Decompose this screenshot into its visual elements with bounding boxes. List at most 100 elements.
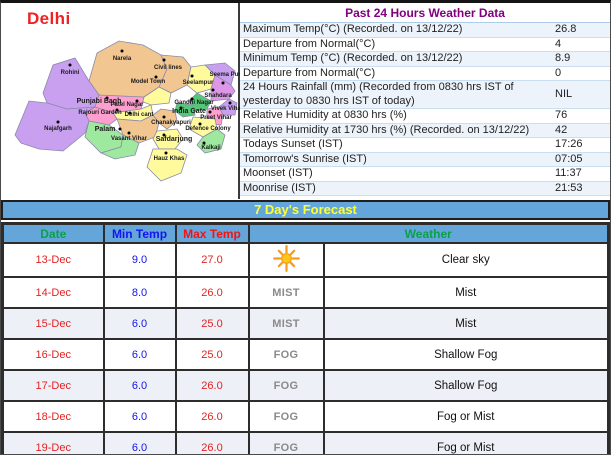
past24-row-value: 11:37 xyxy=(552,167,610,182)
past24-row-value: 21:53 xyxy=(552,181,610,196)
forecast-header-row: Date Min Temp Max Temp Weather xyxy=(3,224,609,244)
column-header-min-temp: Min Temp xyxy=(104,224,176,244)
past24-row: Todays Sunset (IST)17:26 xyxy=(240,138,610,153)
past24-row-label: Relative Humidity at 0830 hrs (%) xyxy=(240,109,552,124)
map-dot-shahdara xyxy=(212,89,215,92)
delhi-weather-page: Delhi NarelaRohiniCivil linesModel TownS… xyxy=(0,0,611,455)
past24-row-label: Tomorrow's Sunrise (IST) xyxy=(240,152,552,167)
map-label-seema-puri: Seema Puri xyxy=(210,72,240,78)
mist-label: MIST xyxy=(272,287,299,299)
forecast-min-temp: 6.0 xyxy=(104,432,176,455)
column-header-max-temp: Max Temp xyxy=(176,224,249,244)
forecast-date: 15-Dec xyxy=(3,308,104,339)
sun-ray xyxy=(278,263,281,266)
past24-row-value: 76 xyxy=(552,109,610,124)
past24-row-value: 8.9 xyxy=(552,52,610,67)
past24-row-value: 4 xyxy=(552,37,610,52)
weather-icon-cell: FOG xyxy=(249,339,324,370)
weather-icon-cell: MIST xyxy=(249,308,324,339)
map-dot-preet-vihar xyxy=(209,111,212,114)
column-header-weather: Weather xyxy=(249,224,609,244)
map-label-palam: Palam xyxy=(95,126,116,133)
past24-row-label: Relative Humidity at 1730 hrs (%) (Recor… xyxy=(240,123,552,138)
past24-row-value: 42 xyxy=(552,123,610,138)
map-dot-najafgarh xyxy=(57,121,60,124)
past24-row-label: Departure from Normal(°C) xyxy=(240,37,552,52)
forecast-min-temp: 6.0 xyxy=(104,370,176,401)
past24-row-label: Maximum Temp(°C) (Recorded. on 13/12/22) xyxy=(240,23,552,37)
map-label-defence-colony: Defence Colony xyxy=(185,126,231,132)
map-dot-seelampur xyxy=(191,75,194,78)
past24-row-label: 24 Hours Rainfall (mm) (Recorded from 08… xyxy=(240,81,552,109)
map-label-narela: Narela xyxy=(113,56,132,62)
forecast-row: 17-Dec6.026.0FOGShallow Fog xyxy=(3,370,609,401)
past24-row-label: Todays Sunset (IST) xyxy=(240,138,552,153)
mist-label: MIST xyxy=(272,318,299,330)
forecast-min-temp: 6.0 xyxy=(104,339,176,370)
forecast-min-temp: 6.0 xyxy=(104,401,176,432)
past24-row-value: 0 xyxy=(552,66,610,81)
map-label-rohini: Rohini xyxy=(61,70,80,76)
forecast-row: 19-Dec6.026.0 FOG Fog or Mist xyxy=(3,432,609,455)
past24-row: Minimum Temp (°C) (Recorded. on 13/12/22… xyxy=(240,52,610,67)
weather-icon-cell: FOG xyxy=(249,432,324,455)
map-label-hauz-khas: Hauz Khas xyxy=(154,156,185,162)
map-label-najafgarh: Najafgarh xyxy=(44,126,72,132)
past24-row: Moonset (IST)11:37 xyxy=(240,167,610,182)
map-label-india-gate: India Gate xyxy=(172,108,206,115)
past24-table: Maximum Temp(°C) (Recorded. on 13/12/22)… xyxy=(240,23,610,196)
forecast-max-temp: 25.0 xyxy=(176,308,249,339)
map-label-vasant-vihar: Vasant Vihar xyxy=(111,136,148,142)
map-label-seelampur: Seelampur xyxy=(183,80,214,86)
top-section: Delhi NarelaRohiniCivil linesModel TownS… xyxy=(1,3,610,199)
past24-row-value: 17:26 xyxy=(552,138,610,153)
fog-label: FOG xyxy=(274,380,299,392)
past24-row: Departure from Normal(°C)4 xyxy=(240,37,610,52)
forecast-weather-desc: Fog or Mist xyxy=(324,401,609,432)
map-label-vivek-vihar: Vivek Vihar xyxy=(211,106,240,112)
forecast-max-temp: 26.0 xyxy=(176,432,249,455)
past24-row: Moonrise (IST)21:53 xyxy=(240,181,610,196)
past24-row: Relative Humidity at 0830 hrs (%)76 xyxy=(240,109,610,124)
forecast-weather-desc: Fog or Mist xyxy=(324,432,609,455)
forecast-weather-desc: Shallow Fog xyxy=(324,370,609,401)
fog-label: FOG xyxy=(274,442,299,454)
past24-row: Tomorrow's Sunrise (IST)07:05 xyxy=(240,152,610,167)
map-label-gandhi-nagar: Gandhi Nagar xyxy=(174,100,214,106)
past24-row: 24 Hours Rainfall (mm) (Recorded from 08… xyxy=(240,81,610,109)
past24-row-value: 26.8 xyxy=(552,23,610,37)
weather-icon-cell xyxy=(249,243,324,277)
past24-row-label: Minimum Temp (°C) (Recorded. on 13/12/22… xyxy=(240,52,552,67)
fog-label: FOG xyxy=(274,349,299,361)
forecast-date: 16-Dec xyxy=(3,339,104,370)
forecast-date: 19-Dec xyxy=(3,432,104,455)
sun-ray xyxy=(278,251,281,254)
past24-row-value: NIL xyxy=(552,81,610,109)
forecast-date: 13-Dec xyxy=(3,243,104,277)
forecast-weather-desc: Mist xyxy=(324,277,609,308)
past24-row-label: Moonset (IST) xyxy=(240,167,552,182)
forecast-title: 7 Day's Forecast xyxy=(1,200,610,220)
fog-label: FOG xyxy=(274,411,299,423)
forecast-table: Date Min Temp Max Temp Weather 13-Dec9.0… xyxy=(1,222,610,455)
forecast-date: 17-Dec xyxy=(3,370,104,401)
forecast-weather-desc: Mist xyxy=(324,308,609,339)
map-dot-vivek-vihar xyxy=(229,102,232,105)
forecast-row: 15-Dec6.025.0 MIST Mist xyxy=(3,308,609,339)
past24-row-value: 07:05 xyxy=(552,152,610,167)
map-dot-seema-puri xyxy=(222,82,225,85)
forecast-section: 7 Day's Forecast Date Min Temp Max Temp … xyxy=(1,200,610,455)
map-dot-chanakyapuri xyxy=(163,116,166,119)
map-dot-hauz-khas xyxy=(165,152,168,155)
forecast-max-temp: 26.0 xyxy=(176,277,249,308)
forecast-min-temp: 9.0 xyxy=(104,243,176,277)
past24-title: Past 24 Hours Weather Data xyxy=(240,3,610,23)
map-label-patel-nagar: Patel Nagar xyxy=(110,102,144,108)
forecast-row: 14-Dec8.026.0MISTMist xyxy=(3,277,609,308)
past24-panel: Past 24 Hours Weather Data Maximum Temp(… xyxy=(240,3,610,199)
past24-row-label: Departure from Normal(°C) xyxy=(240,66,552,81)
forecast-min-temp: 6.0 xyxy=(104,308,176,339)
sun-ray xyxy=(290,263,293,266)
forecast-weather-desc: Clear sky xyxy=(324,243,609,277)
weather-icon-cell: FOG xyxy=(249,370,324,401)
